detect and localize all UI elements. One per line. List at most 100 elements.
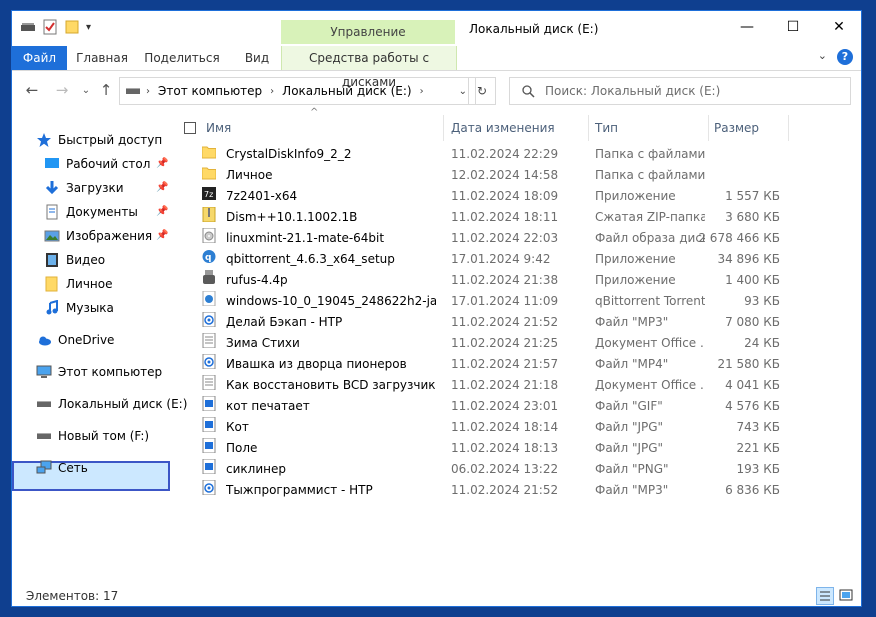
image-icon <box>202 458 216 475</box>
file-row[interactable]: q qbittorrent_4.6.3_x64_setup 17.01.2024 … <box>202 249 782 270</box>
nav-item-network[interactable]: Сеть <box>36 457 88 479</box>
address-bar[interactable]: › Этот компьютер › Локальный диск (E:) ›… <box>119 77 476 105</box>
file-row[interactable]: Ивашка из дворца пионеров 11.02.2024 21:5… <box>202 353 782 375</box>
nav-item-drive-e[interactable]: Локальный диск (E:) <box>36 393 187 415</box>
nav-item-onedrive[interactable]: OneDrive <box>36 329 114 351</box>
image-icon <box>202 416 216 433</box>
context-group-label: Управление <box>281 20 455 44</box>
select-all-checkbox[interactable] <box>184 122 196 134</box>
media-icon <box>202 311 216 328</box>
close-button[interactable]: ✕ <box>816 11 861 43</box>
file-row[interactable]: Зима Стихи 11.02.2024 21:25 Документ Offic… <box>202 332 782 354</box>
search-placeholder: Поиск: Локальный диск (E:) <box>545 84 721 98</box>
column-header-size[interactable]: Размер <box>714 115 786 141</box>
search-icon <box>522 84 535 98</box>
column-header-name[interactable]: Имя <box>206 115 441 141</box>
status-item-count: Элементов: 17 <box>26 589 119 603</box>
music-icon <box>46 300 58 315</box>
breadcrumb-separator-icon: › <box>419 85 424 97</box>
qbittorrent-icon: q <box>202 250 216 263</box>
cloud-icon <box>39 336 51 346</box>
file-row[interactable]: 7z 7z2401-x64 11.02.2024 18:09 Приложение 1… <box>202 186 782 207</box>
folder-small-icon <box>21 23 35 31</box>
refresh-button[interactable]: ↻ <box>468 77 496 105</box>
pin-icon: 📌 <box>156 230 169 241</box>
file-row[interactable]: Dism++10.1.1002.1B 11.02.2024 18:11 Сжатая… <box>202 206 782 228</box>
breadcrumb-separator-icon: › <box>146 85 150 97</box>
image-icon <box>202 395 216 412</box>
file-row[interactable]: windows-10_0_19045_248622h2-januar...17.… <box>202 290 782 312</box>
ribbon-tabs: Файл Главная Поделиться Вид Средства раб… <box>12 46 861 89</box>
minimize-button[interactable]: — <box>724 11 770 43</box>
tab-share[interactable]: Поделиться <box>144 46 220 70</box>
search-input[interactable]: Поиск: Локальный диск (E:) <box>509 77 851 105</box>
file-row[interactable]: Тыжпрограммист - HTP 11.02.2024 21:52 Файл… <box>202 479 782 501</box>
pin-icon: 📌 <box>156 182 169 193</box>
pin-icon: 📌 <box>156 158 169 169</box>
pin-icon: 📌 <box>156 206 169 217</box>
expand-ribbon-icon[interactable]: ⌄ <box>818 49 827 62</box>
column-divider[interactable] <box>588 115 589 141</box>
nav-item-video[interactable]: Видео <box>44 249 105 271</box>
navigation-pane: Быстрый доступ Рабочий стол 📌 Загрузки 📌… <box>12 116 187 576</box>
up-arrow-icon[interactable]: ↑ <box>96 81 116 99</box>
tab-view[interactable]: Вид <box>237 46 277 70</box>
tab-drive-tools[interactable]: Средства работы с дисками <box>281 46 457 89</box>
column-header-date[interactable]: Дата изменения <box>451 115 586 141</box>
large-icons-view-button[interactable] <box>838 587 856 605</box>
details-view-button[interactable] <box>816 587 834 605</box>
properties-icon[interactable] <box>42 19 58 35</box>
maximize-button[interactable]: ☐ <box>770 11 816 43</box>
file-row[interactable]: rufus-4.4p 11.02.2024 21:38 Приложение 1 40… <box>202 270 782 291</box>
nav-item-this-pc[interactable]: Этот компьютер <box>36 361 162 383</box>
column-divider[interactable] <box>788 115 789 141</box>
drive-small-icon <box>126 88 140 94</box>
file-row[interactable]: linuxmint-21.1-mate-64bit 11.02.2024 22:0… <box>202 227 782 249</box>
recent-locations-icon[interactable]: ⌄ <box>76 85 96 96</box>
breadcrumb-drive-e[interactable]: Локальный диск (E:) <box>282 84 411 98</box>
tab-home[interactable]: Главная <box>75 46 129 70</box>
nav-item-personal[interactable]: Личное <box>44 273 112 295</box>
file-row[interactable]: кот печатает 11.02.2024 23:01 Файл "GIF" 4 … <box>202 395 782 417</box>
back-arrow-icon[interactable]: ← <box>22 81 42 99</box>
file-row[interactable]: сиклинер 06.02.2024 13:22 Файл "PNG" 193 КБ <box>202 458 782 480</box>
breadcrumb-separator-icon: › <box>270 85 275 97</box>
quick-access-toolbar: ▾ <box>20 19 91 35</box>
nav-item-pictures[interactable]: Изображения 📌 <box>44 225 168 247</box>
file-row[interactable]: Личное 12.02.2024 14:58 Папка с файлами <box>201 165 782 186</box>
image-icon <box>202 437 216 454</box>
file-row[interactable]: Кот 11.02.2024 18:14 Файл "JPG" 743 КБ <box>202 416 782 438</box>
file-row[interactable]: Делай Бэкап - HTP 11.02.2024 21:52 Файл "M… <box>202 311 782 333</box>
tab-file[interactable]: Файл <box>12 46 67 70</box>
network-icon <box>36 460 52 474</box>
svg-text:q: q <box>205 253 211 263</box>
file-row[interactable]: Поле 11.02.2024 18:13 Файл "JPG" 221 КБ <box>202 437 782 459</box>
address-dropdown-icon[interactable]: ⌄ <box>459 86 467 97</box>
file-row[interactable]: CrystalDiskInfo9_2_2 11.02.2024 22:29 Папк… <box>201 144 782 165</box>
download-icon <box>45 181 59 195</box>
nav-item-music[interactable]: Музыка <box>44 297 114 319</box>
help-icon[interactable]: ? <box>837 49 853 65</box>
file-row[interactable]: Как восстановить BCD загрузчик 11.02.2024… <box>202 374 782 396</box>
drive-icon <box>37 401 51 407</box>
computer-icon <box>36 365 52 378</box>
video-icon <box>46 253 58 267</box>
customize-qat-icon[interactable]: ▾ <box>86 22 91 33</box>
forward-arrow-icon[interactable]: → <box>52 81 72 99</box>
document-icon <box>202 332 216 349</box>
details-view-icon <box>820 591 830 601</box>
nav-item-drive-f[interactable]: Новый том (F:) <box>36 425 149 447</box>
column-header-type[interactable]: Тип <box>595 115 705 141</box>
nav-item-quick-access[interactable]: Быстрый доступ <box>36 129 162 151</box>
column-divider[interactable] <box>443 115 444 141</box>
column-divider[interactable] <box>708 115 709 141</box>
nav-item-documents[interactable]: Документы 📌 <box>44 201 168 223</box>
explorer-window: ▾ Управление Локальный диск (E:) — ☐ ✕ Ф… <box>11 10 862 607</box>
nav-item-desktop[interactable]: Рабочий стол 📌 <box>44 153 168 175</box>
breadcrumb-this-pc[interactable]: Этот компьютер <box>158 84 262 98</box>
new-folder-icon[interactable] <box>64 19 80 35</box>
desktop-icon <box>45 158 59 168</box>
disc-image-icon <box>202 227 216 244</box>
folder-icon <box>201 167 217 180</box>
nav-item-downloads[interactable]: Загрузки 📌 <box>44 177 168 199</box>
